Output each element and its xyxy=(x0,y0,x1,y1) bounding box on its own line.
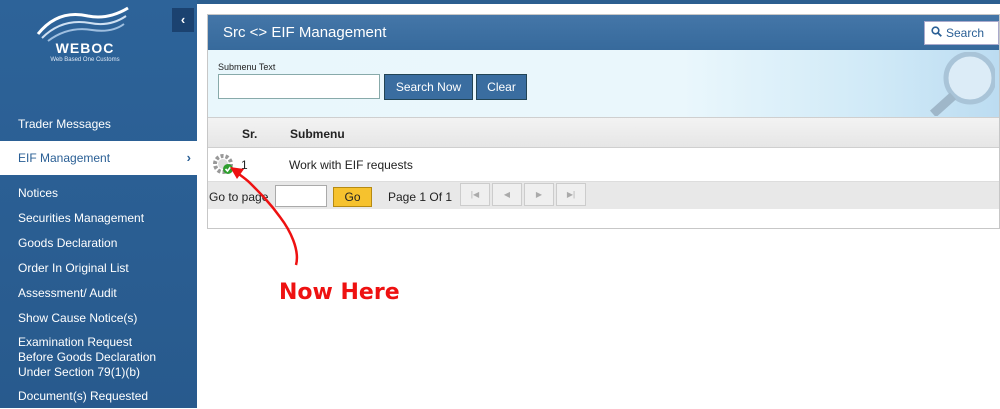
go-button[interactable]: Go xyxy=(333,187,372,207)
magnifier-icon xyxy=(929,52,995,116)
annotation-arrow-icon xyxy=(230,167,299,266)
search-label: Search xyxy=(946,26,985,40)
clear-button[interactable]: Clear xyxy=(476,74,527,100)
search-now-button[interactable]: Search Now xyxy=(384,74,473,100)
filter-area: Submenu Text Search Now Clear xyxy=(208,50,999,117)
logo-title: WEBOC xyxy=(55,40,115,56)
sidebar-item-goods-declaration[interactable]: Goods Declaration xyxy=(0,231,197,256)
logo-subtitle: Web Based One Customs xyxy=(50,57,120,63)
sidebar: WEBOC Web Based One Customs ‹ Trader Mes… xyxy=(0,0,197,408)
sidebar-item-trader-messages[interactable]: Trader Messages xyxy=(0,112,197,137)
top-bar xyxy=(197,0,1000,4)
sidebar-item-order-in-original-list[interactable]: Order In Original List xyxy=(0,256,197,281)
sidebar-nav: Trader Messages EIF Management › Notices… xyxy=(0,110,197,409)
search-button[interactable]: Search xyxy=(924,21,999,45)
weboc-logo[interactable]: WEBOC Web Based One Customs xyxy=(0,0,172,78)
sidebar-item-label: EIF Management xyxy=(18,151,111,165)
column-header-submenu: Submenu xyxy=(290,127,345,141)
submenu-text-label: Submenu Text xyxy=(218,62,276,72)
collapse-sidebar-button[interactable]: ‹ xyxy=(172,8,194,32)
column-header-sr: Sr. xyxy=(242,127,258,141)
sidebar-item-documents-requested[interactable]: Document(s) Requested xyxy=(0,384,197,409)
annotation-now-here: Now Here xyxy=(279,280,400,305)
sidebar-item-examination-request[interactable]: Examination Request Before Goods Declara… xyxy=(0,331,170,384)
sidebar-item-eif-management[interactable]: EIF Management › xyxy=(0,141,197,175)
sidebar-item-assessment-audit[interactable]: Assessment/ Audit xyxy=(0,281,197,306)
wave-logo-icon xyxy=(36,6,129,42)
sidebar-item-notices[interactable]: Notices xyxy=(0,181,197,206)
pager: Go to page Go Page 1 Of 1 |◀ ◀ ▶ ▶| xyxy=(208,182,999,209)
submenu-text-input[interactable] xyxy=(218,74,380,99)
page-title: Src <> EIF Management xyxy=(223,24,387,41)
sidebar-item-show-cause-notices[interactable]: Show Cause Notice(s) xyxy=(0,306,197,331)
chevron-right-icon: › xyxy=(186,150,191,165)
page-info: Page 1 Of 1 xyxy=(388,190,453,204)
sidebar-item-securities-management[interactable]: Securities Management xyxy=(0,206,197,231)
first-page-icon[interactable]: |◀ xyxy=(460,183,490,206)
next-page-icon[interactable]: ▶ xyxy=(524,183,554,206)
table-header: Sr. Submenu xyxy=(208,117,999,148)
panel-header: Src <> EIF Management Search xyxy=(208,15,999,50)
table-row[interactable]: 1 Work with EIF requests xyxy=(208,148,999,182)
eif-management-panel: Src <> EIF Management Search Submenu Tex… xyxy=(207,14,1000,229)
search-icon xyxy=(931,22,942,44)
last-page-icon[interactable]: ▶| xyxy=(556,183,586,206)
prev-page-icon[interactable]: ◀ xyxy=(492,183,522,206)
